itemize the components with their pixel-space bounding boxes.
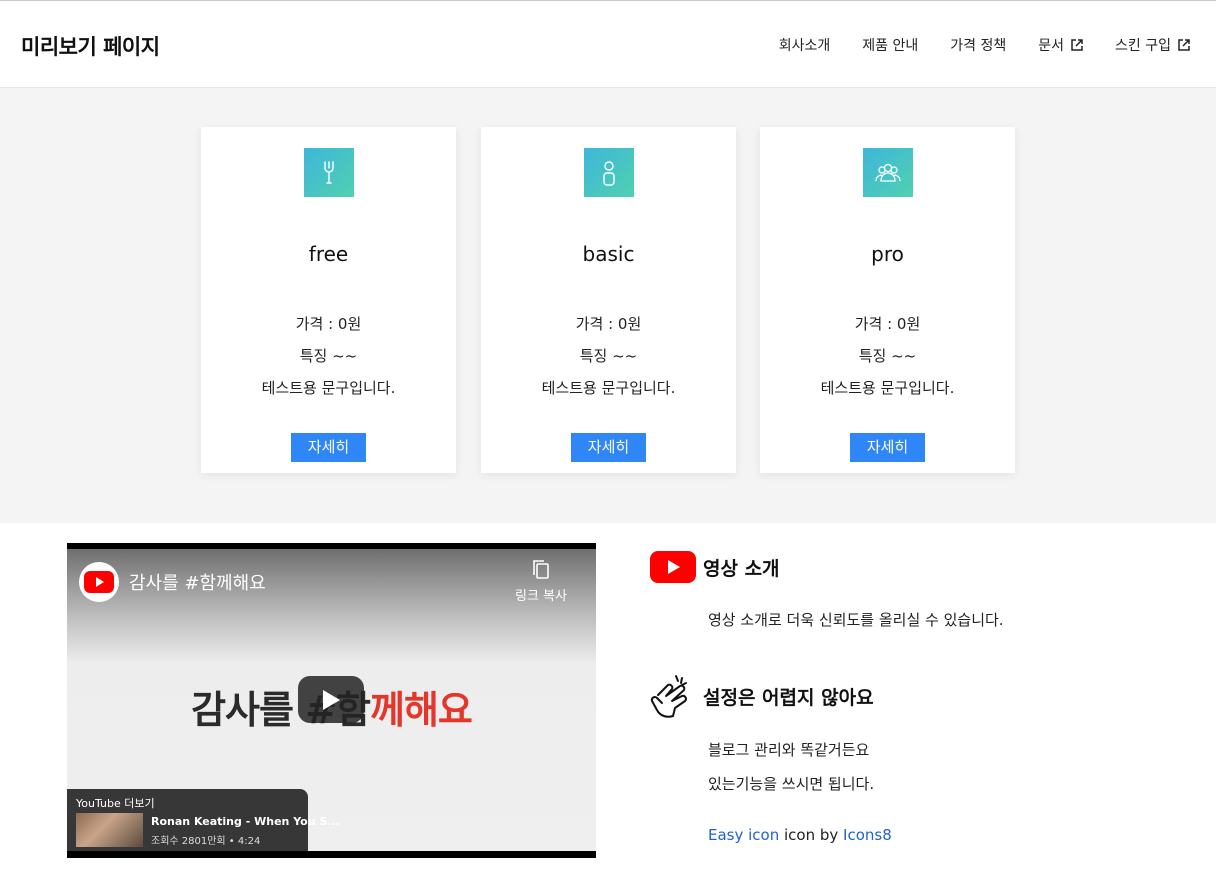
easy-icon-link[interactable]: Easy icon [708,826,779,844]
nav-item-pricing[interactable]: 가격 정책 [950,35,1006,55]
nav-item-docs[interactable]: 문서 [1038,35,1083,55]
plan-card-free: free 가격 : 0원 특징 ~~ 테스트용 문구입니다. 자세히 [201,127,456,473]
plan-price: 가격 : 0원 [854,315,921,333]
feature-text: 있는기능을 쓰시면 됩니다. [708,775,875,793]
recommended-title[interactable]: Ronan Keating - When You S... [151,815,340,828]
recommended-meta: 조회수 2801만회 • 4:24 [151,836,261,847]
video-title[interactable]: 감사를 #함께해요 [129,569,266,595]
copy-link-label: 링크 복사 [515,589,567,604]
icon-credit: Easy icon icon by Icons8 [708,826,892,844]
wrench-icon [304,148,354,197]
play-button[interactable] [298,676,364,723]
snap-hand-icon [650,675,687,718]
recommended-thumbnail[interactable] [76,813,143,847]
plan-feature: 특징 ~~ [858,347,917,365]
play-icon [323,689,340,710]
plan-price: 가격 : 0원 [295,315,362,333]
nav-label: 제품 안내 [862,38,919,54]
plan-name: free [308,242,349,266]
plan-card-basic: basic 가격 : 0원 특징 ~~ 테스트용 문구입니다. 자세히 [481,127,736,473]
plan-price: 가격 : 0원 [575,315,642,333]
copy-link-button[interactable]: 링크 복사 [506,559,576,604]
pricing-section: free 가격 : 0원 특징 ~~ 테스트용 문구입니다. 자세히 basic… [0,88,1216,523]
copy-icon [533,560,549,579]
nav-label: 회사소개 [778,38,831,54]
feature-title: 영상 소개 [703,558,780,580]
group-icon [863,148,913,197]
feature-text: 블로그 관리와 똑같거든요 [708,741,870,759]
person-icon [584,148,634,197]
site-title[interactable]: 미리보기 페이지 [21,31,160,61]
more-videos-label: YouTube 더보기 [76,797,155,810]
youtube-embed[interactable]: 감사를 #함께해요 링크 복사 감사를 #함께해요 YouTube 더보기 Ro… [67,543,596,858]
main-nav: 회사소개 제품 안내 가격 정책 문서 스킨 구입 [747,35,1190,55]
external-link-icon [1071,39,1083,51]
plan-detail-button[interactable]: 자세히 [291,433,366,462]
plan-feature: 특징 ~~ [299,347,358,365]
more-videos-panel[interactable]: YouTube 더보기 Ronan Keating - When You S..… [67,789,340,851]
plan-desc: 테스트용 문구입니다. [820,379,955,397]
channel-avatar[interactable] [79,562,119,602]
plan-detail-button[interactable]: 자세히 [850,433,925,462]
feature-text: 영상 소개로 더욱 신뢰도를 올리실 수 있습니다. [708,611,1004,629]
plan-desc: 테스트용 문구입니다. [261,379,396,397]
nav-item-buy-skin[interactable]: 스킨 구입 [1115,35,1190,55]
youtube-icon [650,551,696,583]
feature-title: 설정은 어렵지 않아요 [703,687,874,709]
plan-detail-button[interactable]: 자세히 [571,433,646,462]
nav-label: 문서 [1038,38,1065,54]
plan-card-pro: pro 가격 : 0원 특징 ~~ 테스트용 문구입니다. 자세히 [760,127,1015,473]
nav-label: 가격 정책 [950,38,1007,54]
video-frame[interactable]: 감사를 #함께해요 링크 복사 감사를 #함께해요 YouTube 더보기 Ro… [67,549,596,851]
site-header: 미리보기 페이지 회사소개 제품 안내 가격 정책 문서 스킨 구입 [0,0,1216,88]
nav-item-products[interactable]: 제품 안내 [862,35,918,55]
youtube-icon [84,571,114,593]
nav-item-company[interactable]: 회사소개 [779,35,831,55]
plan-name: basic [582,242,635,266]
plan-feature: 특징 ~~ [579,347,638,365]
credit-text: icon by [779,826,844,844]
thumbnail-text-red: 께해요 [370,688,473,732]
icons8-link[interactable]: Icons8 [843,826,892,844]
plan-desc: 테스트용 문구입니다. [541,379,676,397]
external-link-icon [1178,39,1190,51]
nav-label: 스킨 구입 [1115,38,1171,54]
plan-name: pro [871,242,904,266]
